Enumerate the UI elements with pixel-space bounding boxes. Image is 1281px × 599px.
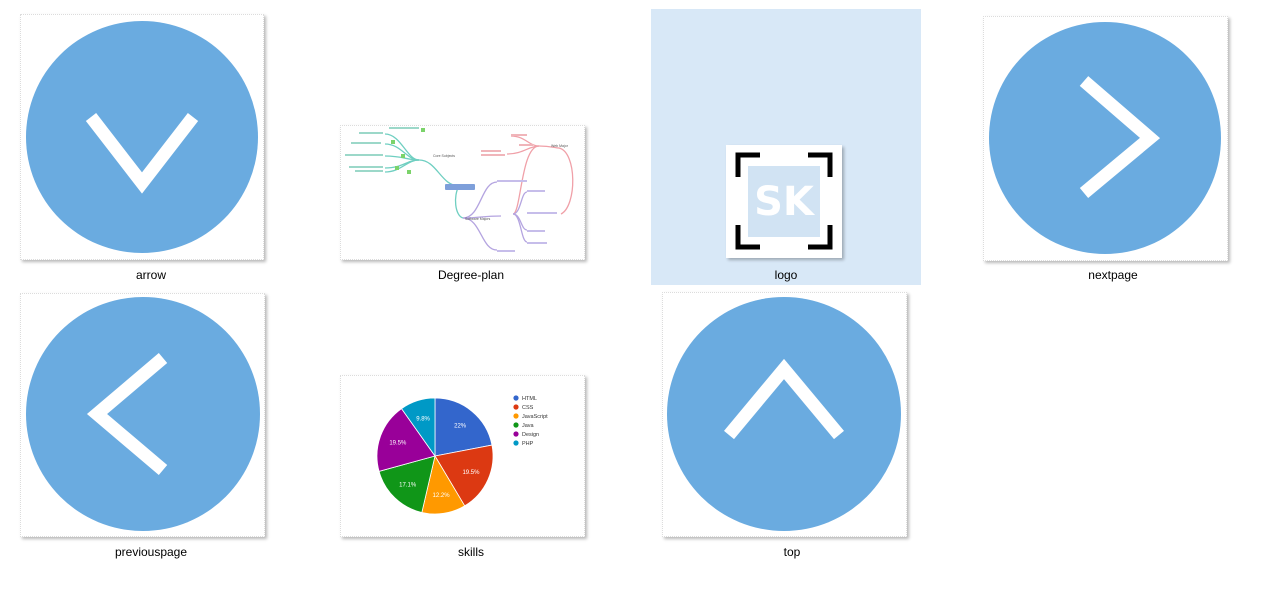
legend-label: JavaScript [522,414,548,420]
legend-marker [513,413,519,419]
logo-text: SK [754,179,816,225]
thumbnail-logo: SK [726,145,842,258]
svg-text:Core Subjects: Core Subjects [433,154,455,158]
file-tile-top[interactable]: top [657,286,927,562]
legend-label: Java [522,423,535,429]
thumbnail-top [662,292,907,537]
legend-marker [513,422,519,428]
pie-slice-label: 19.5% [462,470,480,476]
pie-slice-label: 19.5% [389,441,407,447]
legend-label: HTML [522,396,537,402]
legend-marker [513,431,519,437]
file-tile-previouspage[interactable]: previouspage [16,286,286,562]
chevron-down-icon [26,21,258,253]
chevron-right-icon [989,22,1221,254]
file-explorer-view: arrow Core Subjects Web Major Software M… [0,0,1281,599]
pie-slice-label: 9.8% [416,416,430,422]
svg-text:Software Majors: Software Majors [465,217,491,221]
file-name-nextpage: nextpage [1088,268,1138,282]
thumbnail-degree-plan: Core Subjects Web Major Software Majors [340,125,585,260]
file-name-arrow: arrow [135,268,166,282]
file-name-skills: skills [458,545,484,559]
thumbnail-skills: 22% 19.5% 12.2% 17.1% 19.5% 9.8% HTML CSS JavaSc… [340,375,585,537]
sk-logo-image: SK [726,145,842,258]
pie-slice-label: 12.2% [433,493,451,499]
legend-label: CSS [522,405,534,411]
file-tile-skills[interactable]: 22% 19.5% 12.2% 17.1% 19.5% 9.8% HTML CSS JavaSc… [336,286,606,562]
pie-slice-label: 17.1% [399,482,417,488]
file-tile-logo[interactable]: SK logo [651,9,921,285]
pie-slice-label: 22% [454,424,467,430]
file-tile-degree-plan[interactable]: Core Subjects Web Major Software Majors … [336,10,606,286]
file-name-previouspage: previouspage [114,545,188,559]
file-name-degree-plan: Degree-plan [437,268,505,282]
chevron-left-icon [26,297,260,531]
thumbnail-previouspage [20,293,265,537]
file-name-logo: logo [774,268,798,282]
thumbnail-nextpage [983,16,1228,261]
legend-marker [513,404,519,410]
chevron-up-icon [667,297,901,531]
legend-marker [513,395,519,401]
legend-label: PHP [522,441,534,447]
file-tile-arrow[interactable]: arrow [16,10,286,286]
thumbnail-arrow [20,14,264,260]
file-name-top: top [783,545,801,559]
file-tile-nextpage[interactable]: nextpage [978,10,1248,286]
mind-map-image: Core Subjects Web Major Software Majors [345,127,574,252]
legend-marker [513,440,519,446]
skills-pie-chart: 22% 19.5% 12.2% 17.1% 19.5% 9.8% HTML CSS JavaSc… [376,395,548,515]
svg-text:Web Major: Web Major [551,144,569,148]
legend-label: Design [522,432,539,438]
